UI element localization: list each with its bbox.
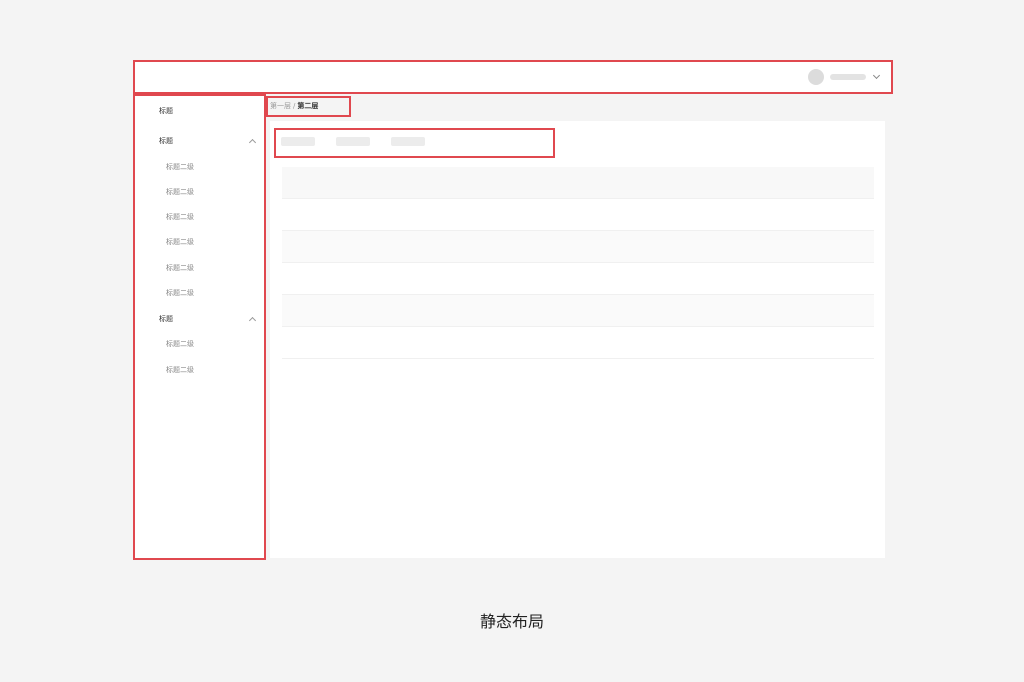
sidebar: 标题 标题 标题二级 标题二级 标题二级 标题二级 标题二级 标题二级 标题 标… <box>135 96 264 558</box>
main-content <box>270 121 885 558</box>
sidebar-title[interactable]: 标题 <box>159 106 173 116</box>
tab-placeholder-3[interactable] <box>391 137 425 146</box>
chevron-down-icon[interactable] <box>872 71 881 80</box>
avatar[interactable] <box>808 69 824 85</box>
breadcrumb-level-2: 第二层 <box>297 102 319 110</box>
sidebar-item[interactable]: 标题二级 <box>166 288 194 298</box>
breadcrumb-level-1[interactable]: 第一层 <box>270 102 291 110</box>
sidebar-item[interactable]: 标题二级 <box>166 237 194 247</box>
breadcrumb-separator: / <box>293 102 296 110</box>
sidebar-item[interactable]: 标题二级 <box>166 162 194 172</box>
breadcrumb: 第一层 / 第二层 <box>270 102 318 111</box>
sidebar-group-2[interactable]: 标题 <box>159 314 257 325</box>
sidebar-item[interactable]: 标题二级 <box>166 365 194 375</box>
header-bar <box>135 62 891 92</box>
chevron-up-icon <box>248 138 257 147</box>
data-table <box>282 167 874 359</box>
table-row[interactable] <box>282 199 874 231</box>
sidebar-group-1[interactable]: 标题 <box>159 136 257 147</box>
sidebar-group-label: 标题 <box>159 315 173 323</box>
sidebar-group-label: 标题 <box>159 137 173 145</box>
tab-placeholder-2[interactable] <box>336 137 370 146</box>
tab-placeholder-1[interactable] <box>281 137 315 146</box>
sidebar-item[interactable]: 标题二级 <box>166 212 194 222</box>
user-name-placeholder <box>830 74 866 80</box>
table-row[interactable] <box>282 327 874 359</box>
sidebar-item[interactable]: 标题二级 <box>166 187 194 197</box>
table-row[interactable] <box>282 263 874 295</box>
sidebar-item[interactable]: 标题二级 <box>166 339 194 349</box>
user-menu[interactable] <box>808 69 881 85</box>
table-header-row <box>282 167 874 199</box>
caption: 静态布局 <box>479 612 544 631</box>
chevron-up-icon <box>248 316 257 325</box>
table-row[interactable] <box>282 295 874 327</box>
sidebar-item[interactable]: 标题二级 <box>166 263 194 273</box>
table-row[interactable] <box>282 231 874 263</box>
